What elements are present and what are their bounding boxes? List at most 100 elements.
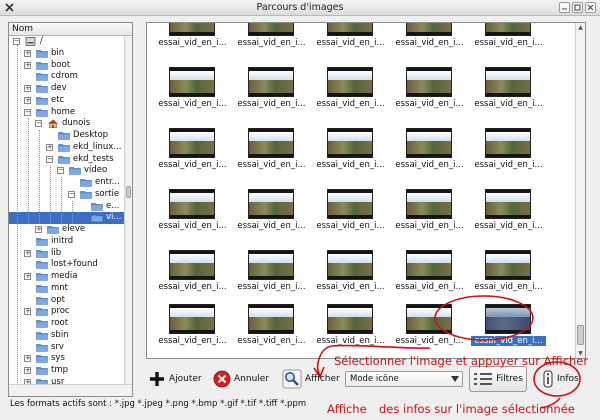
tree-item-label: root [51,318,69,328]
tree-expander-icon[interactable]: + [24,367,31,374]
tree-expander-icon[interactable]: − [13,38,20,45]
image-thumbnail[interactable]: essai_vid_en_i... [471,250,546,296]
thumbnail-image [248,189,294,219]
tree-expander-icon[interactable]: + [24,249,31,257]
image-thumbnail[interactable]: essai_vid_en_i... [234,304,309,350]
directory-tree[interactable]: Nom − / + bin + boot cdrom + dev + etc − home − dunois… [8,22,133,397]
tree-expander-icon[interactable]: − [68,190,75,198]
tree-expander-icon[interactable]: + [46,143,53,151]
tree-item-label: srv [51,341,64,352]
image-thumbnail[interactable]: essai_vid_en_i... [392,67,467,113]
image-thumbnail[interactable]: essai_vid_en_i... [313,189,388,235]
tree-item[interactable]: + bin [9,48,132,60]
image-thumbnail[interactable]: essai_vid_en_i... [234,67,309,113]
minimize-button[interactable] [559,2,570,13]
tree-horizontal-scrollbar[interactable] [9,384,132,396]
annotation-info-hint-a: Affiche [327,402,367,416]
image-thumbnail[interactable]: essai_vid_en_i... [471,23,546,52]
image-thumbnail[interactable]: essai_vid_en_i... [392,189,467,235]
tree-item[interactable]: lost+found [9,259,132,271]
image-grid[interactable]: essai_vid_en_i... essai_vid_en_i... essai_… [146,22,586,359]
tree-expander-icon[interactable]: + [35,226,42,233]
tree-item[interactable]: + lib [9,248,132,260]
tree-expander-icon[interactable]: + [24,96,31,104]
tree-vertical-scrollbar[interactable] [124,36,132,384]
add-button[interactable]: Ajouter [148,366,202,392]
image-thumbnail[interactable]: essai_vid_en_i... [234,250,309,296]
tree-expander-icon[interactable]: + [24,308,31,316]
tree-item[interactable]: + tmp [9,365,132,377]
tree-item[interactable]: + media [9,271,132,283]
tree-item[interactable]: − / [9,36,132,48]
thumbnail-label: essai_vid_en_i... [395,99,464,109]
folder-icon [58,132,70,140]
image-thumbnail[interactable]: essai_vid_en_i... [155,189,230,235]
scroll-up-arrow-icon[interactable]: ▲ [576,23,585,32]
tree-item[interactable]: mnt [9,283,132,295]
close-button[interactable] [585,2,596,13]
grid-scroll-thumb[interactable] [577,325,584,345]
image-thumbnail[interactable]: essai_vid_en_i... [313,67,388,113]
image-thumbnail[interactable]: essai_vid_en_i... [313,250,388,296]
image-thumbnail[interactable]: essai_vid_en_i... [155,23,230,52]
tree-item[interactable]: cdrom [9,71,132,83]
thumbnail-label: essai_vid_en_i... [316,221,385,231]
image-thumbnail[interactable]: essai_vid_en_i... [155,250,230,296]
image-thumbnail[interactable]: essai_vid_en_i... [313,23,388,52]
tree-expander-icon[interactable]: − [46,155,53,163]
tree-item[interactable]: + sys [9,353,132,365]
info-button-label: Infos [557,374,579,384]
image-thumbnail[interactable]: essai_vid_en_i... [313,304,388,350]
image-thumbnail[interactable]: essai_vid_en_i... [234,189,309,235]
maximize-button[interactable] [572,2,583,13]
tree-expander-icon[interactable]: − [24,108,31,116]
tree-item[interactable]: root [9,318,132,330]
tree-item[interactable]: + etc [9,95,132,107]
folder-icon [36,367,48,375]
tree-column-header[interactable]: Nom [9,23,132,36]
tree-item[interactable]: + proc [9,306,132,318]
tree-expander-icon[interactable]: + [24,85,31,92]
image-thumbnail[interactable]: essai_vid_en_i... [471,304,546,350]
tree-item[interactable]: + boot [9,60,132,72]
image-thumbnail[interactable]: essai_vid_en_i... [155,67,230,113]
info-button[interactable]: Infos [542,366,579,392]
tree-item[interactable]: + eleve [9,224,132,236]
cancel-button[interactable]: Annuler [213,366,269,392]
image-thumbnail[interactable]: essai_vid_en_i... [313,128,388,174]
tree-expander-icon[interactable]: + [24,273,31,280]
tree-item[interactable]: initrd [9,236,132,248]
tree-expander-icon[interactable]: + [24,355,31,363]
tree-expander-icon[interactable]: + [24,49,31,57]
thumbnail-label: essai_vid_en_i... [316,160,385,170]
tree-item[interactable]: sbin [9,330,132,342]
image-thumbnail[interactable]: essai_vid_en_i... [155,128,230,174]
thumbnail-label: essai_vid_en_i... [395,160,464,170]
tree-expander-icon[interactable]: + [24,61,31,69]
view-mode-select[interactable]: Mode icône [345,371,463,387]
tree-expander-icon[interactable]: − [57,167,64,175]
image-thumbnail[interactable]: essai_vid_en_i... [392,128,467,174]
image-thumbnail[interactable]: essai_vid_en_i... [234,23,309,52]
tree-item[interactable]: opt [9,295,132,307]
thumbnail-label: essai_vid_en_i... [237,336,306,346]
tree-item[interactable]: − home [9,107,132,119]
image-thumbnail[interactable]: essai_vid_en_i... [392,250,467,296]
image-thumbnail[interactable]: essai_vid_en_i... [234,128,309,174]
thumbnail-label: essai_vid_en_i... [395,282,464,292]
image-thumbnail[interactable]: essai_vid_en_i... [471,189,546,235]
folder-icon [58,155,70,164]
tree-connector-line [71,201,73,224]
filters-button[interactable]: Filtres [469,366,527,392]
image-thumbnail[interactable]: essai_vid_en_i... [471,67,546,113]
show-button[interactable]: Afficher [282,366,340,392]
image-thumbnail[interactable]: essai_vid_en_i... [155,304,230,350]
grid-vertical-scrollbar[interactable]: ▲ ▼ [575,23,585,358]
tree-expander-icon[interactable]: − [35,120,42,128]
image-thumbnail[interactable]: essai_vid_en_i... [392,23,467,52]
tree-scroll-thumb[interactable] [126,186,131,198]
image-thumbnail[interactable]: essai_vid_en_i... [392,304,467,350]
image-thumbnail[interactable]: essai_vid_en_i... [471,128,546,174]
tree-item[interactable]: srv [9,342,132,354]
tree-item[interactable]: + dev [9,83,132,95]
